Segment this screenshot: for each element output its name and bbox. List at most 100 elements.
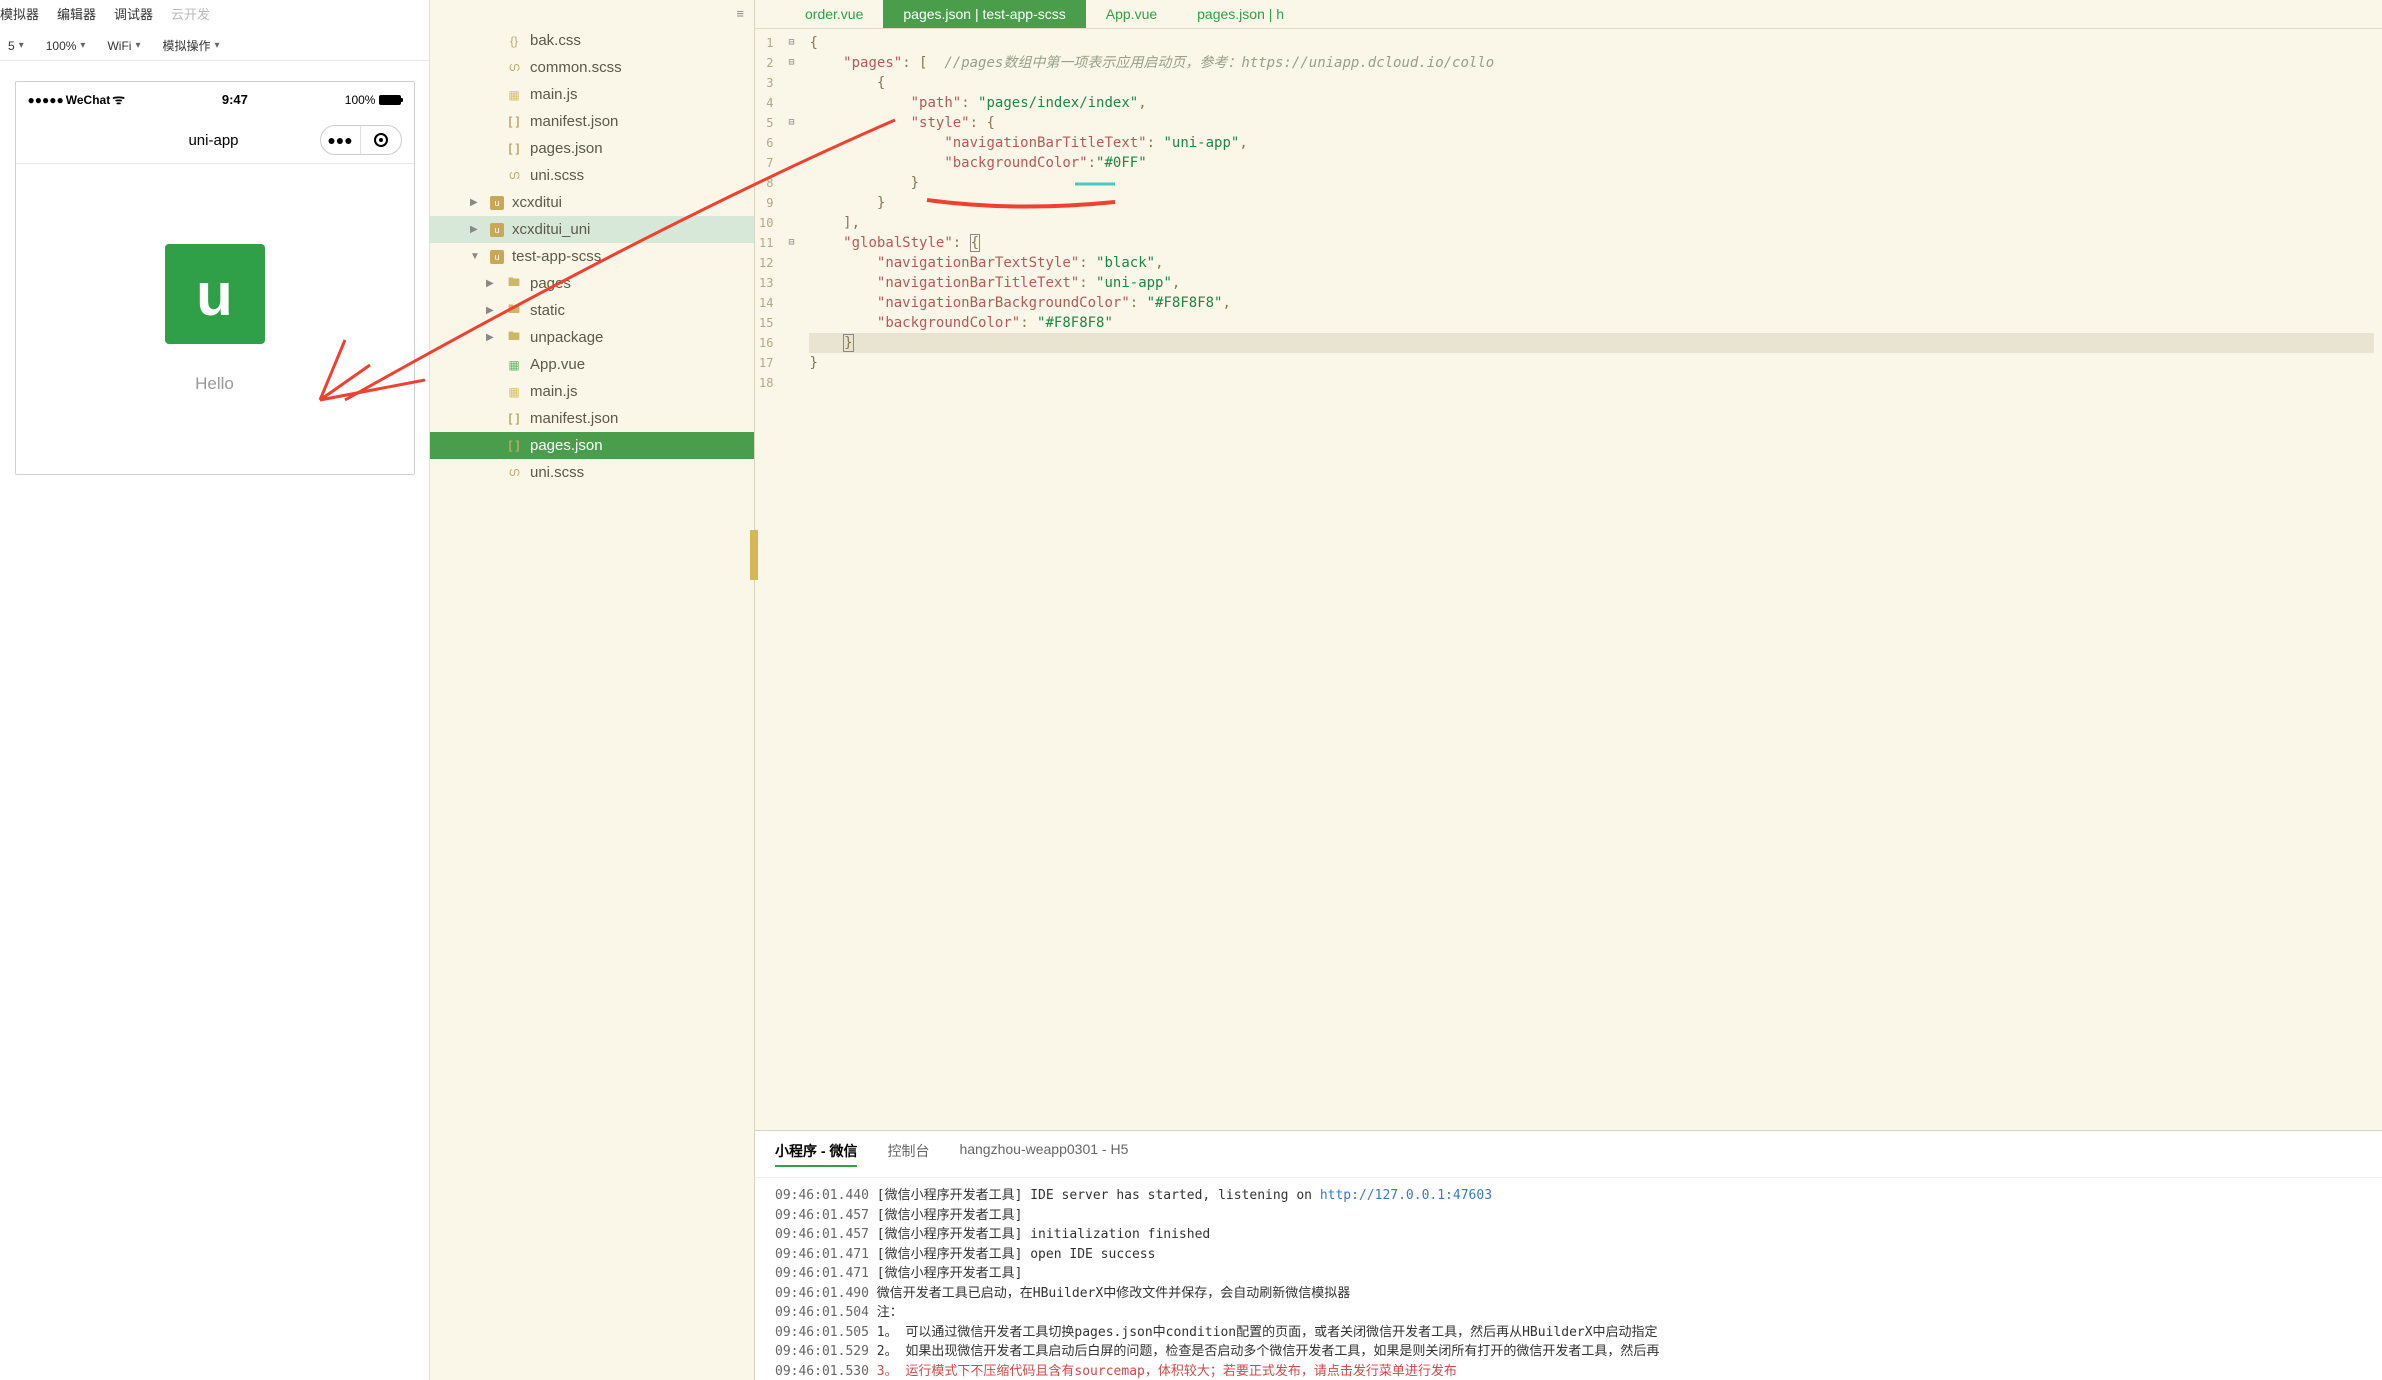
target-icon: [374, 133, 388, 147]
simop-select[interactable]: 模拟操作▾: [154, 35, 227, 56]
fold-toggle: [785, 133, 797, 153]
split-handle[interactable]: [750, 530, 758, 580]
editor-tab[interactable]: order.vue: [785, 0, 883, 28]
sim-menu-tab[interactable]: 云开发: [171, 4, 210, 23]
network-select[interactable]: WiFi▾: [99, 37, 148, 55]
tree-item-label: test-app-scss: [512, 248, 601, 265]
chevron-right-icon: ▶: [486, 332, 498, 343]
log-line: 09:46:01.457 [微信小程序开发者工具]: [775, 1206, 2362, 1226]
tree-item-label: xcxditui_uni: [512, 221, 590, 238]
chevron-down-icon: ▾: [19, 40, 24, 51]
sim-menu-tab[interactable]: 编辑器: [57, 4, 96, 23]
tree-item-label: common.scss: [530, 59, 622, 76]
tree-item-label: manifest.json: [530, 410, 618, 427]
fold-toggle: [785, 293, 797, 313]
tree-item[interactable]: ▼utest-app-scss: [430, 243, 754, 270]
tree-item-label: App.vue: [530, 356, 585, 373]
chevron-down-icon: ▾: [80, 40, 85, 51]
editor-tabs: order.vuepages.json | test-app-scssApp.v…: [755, 0, 2382, 29]
chevron-right-icon: ▶: [486, 278, 498, 289]
log-line: 09:46:01.471 [微信小程序开发者工具]: [775, 1264, 2362, 1284]
tree-item[interactable]: []pages.json: [430, 432, 754, 459]
fold-toggle: [785, 313, 797, 333]
console-tab[interactable]: 控制台: [887, 1141, 929, 1167]
fold-toggle: [785, 273, 797, 293]
hello-text: Hello: [16, 374, 414, 394]
tree-item[interactable]: []manifest.json: [430, 405, 754, 432]
capsule-menu-button[interactable]: ●●●: [321, 126, 361, 154]
log-line: 09:46:01.440 [微信小程序开发者工具] IDE server has…: [775, 1186, 2362, 1206]
fold-toggle: [785, 213, 797, 233]
fold-gutter: ⊟⊟⊟⊟: [781, 29, 801, 1130]
editor-tab[interactable]: pages.json | h: [1177, 0, 1304, 28]
tree-item-label: uni.scss: [530, 464, 584, 481]
capsule-close-button[interactable]: [361, 126, 401, 154]
tree-item[interactable]: ▶🖿pages: [430, 270, 754, 297]
device-select[interactable]: 5▾: [0, 37, 32, 55]
tree-item-label: pages.json: [530, 437, 603, 454]
tree-item[interactable]: ▶uxcxditui: [430, 189, 754, 216]
zoom-select[interactable]: 100%▾: [38, 37, 94, 55]
editor-tab[interactable]: pages.json | test-app-scss: [883, 0, 1085, 28]
signal-indicator: ●●●●● WeChat ᯤ: [28, 90, 126, 109]
capsule: ●●●: [320, 125, 402, 155]
tree-item[interactable]: []pages.json: [430, 135, 754, 162]
log-line: 09:46:01.529 2。 如果出现微信开发者工具启动后白屏的问题，检查是否…: [775, 1342, 2362, 1362]
tree-item[interactable]: ഗuni.scss: [430, 459, 754, 486]
log-link[interactable]: http://127.0.0.1:47603: [1320, 1188, 1492, 1203]
tree-item[interactable]: {}bak.css: [430, 27, 754, 54]
tree-item-label: static: [530, 302, 565, 319]
uni-logo: u: [165, 244, 265, 344]
log-line: 09:46:01.504 注：: [775, 1303, 2362, 1323]
tree-item-label: manifest.json: [530, 113, 618, 130]
log-line: 09:46:01.530 3。 运行模式下不压缩代码且含有sourcemap，体…: [775, 1362, 2362, 1380]
tree-item-label: main.js: [530, 86, 578, 103]
sim-menu-tab[interactable]: 模拟器: [0, 4, 39, 23]
fold-toggle[interactable]: ⊟: [785, 53, 797, 73]
hamburger-icon[interactable]: ≡: [430, 0, 754, 27]
tree-item-label: xcxditui: [512, 194, 562, 211]
tree-item[interactable]: []manifest.json: [430, 108, 754, 135]
fold-toggle[interactable]: ⊟: [785, 33, 797, 53]
tree-item[interactable]: ▶🖿unpackage: [430, 324, 754, 351]
tree-item-label: bak.css: [530, 32, 581, 49]
phone-content: u Hello: [16, 164, 414, 474]
fold-toggle: [785, 93, 797, 113]
sim-menu-tab[interactable]: 调试器: [114, 4, 153, 23]
tree-item[interactable]: ▶uxcxditui_uni: [430, 216, 754, 243]
tree-item[interactable]: ഗuni.scss: [430, 162, 754, 189]
tree-item[interactable]: ഗcommon.scss: [430, 54, 754, 81]
code-area[interactable]: 123456789101112131415161718 ⊟⊟⊟⊟ { "page…: [755, 29, 2382, 1130]
log-line: 09:46:01.490 微信开发者工具已启动，在HBuilderX中修改文件并…: [775, 1284, 2362, 1304]
line-numbers: 123456789101112131415161718: [755, 29, 781, 1130]
tree-item[interactable]: ▦main.js: [430, 81, 754, 108]
fold-toggle[interactable]: ⊟: [785, 233, 797, 253]
phone-title: uni-app: [28, 132, 320, 149]
fold-toggle: [785, 193, 797, 213]
log-line: 09:46:01.471 [微信小程序开发者工具] open IDE succe…: [775, 1245, 2362, 1265]
sim-menu-tabs: 模拟器编辑器调试器云开发: [0, 0, 429, 31]
log-line: 09:46:01.457 [微信小程序开发者工具] initialization…: [775, 1225, 2362, 1245]
battery-indicator: 100%: [345, 93, 402, 107]
editor-panel: order.vuepages.json | test-app-scssApp.v…: [755, 0, 2382, 1380]
tree-item[interactable]: ▶🖿static: [430, 297, 754, 324]
log-line: 09:46:01.505 1。 可以通过微信开发者工具切换pages.json中…: [775, 1323, 2362, 1343]
chevron-down-icon: ▾: [215, 40, 220, 51]
phone-mockup: ●●●●● WeChat ᯤ 9:47 100% uni-app ●●● u H…: [15, 81, 415, 475]
console-tab[interactable]: hangzhou-weapp0301 - H5: [959, 1141, 1128, 1167]
tree-item[interactable]: ▦main.js: [430, 378, 754, 405]
tree-item-label: pages.json: [530, 140, 603, 157]
chevron-right-icon: ▶: [470, 224, 482, 235]
tree-item[interactable]: ▦App.vue: [430, 351, 754, 378]
wifi-icon: ᯤ: [112, 90, 125, 109]
console-panel: 小程序 - 微信 控制台 hangzhou-weapp0301 - H5 09:46…: [755, 1130, 2382, 1380]
fold-toggle[interactable]: ⊟: [785, 113, 797, 133]
tree-item-label: main.js: [530, 383, 578, 400]
console-body[interactable]: 09:46:01.440 [微信小程序开发者工具] IDE server has…: [755, 1178, 2382, 1380]
fold-toggle: [785, 333, 797, 353]
phone-navbar: uni-app ●●●: [16, 117, 414, 164]
console-tab[interactable]: 小程序 - 微信: [775, 1141, 857, 1167]
chevron-down-icon: ▾: [135, 40, 140, 51]
chevron-down-icon: ▼: [470, 251, 482, 262]
editor-tab[interactable]: App.vue: [1086, 0, 1177, 28]
